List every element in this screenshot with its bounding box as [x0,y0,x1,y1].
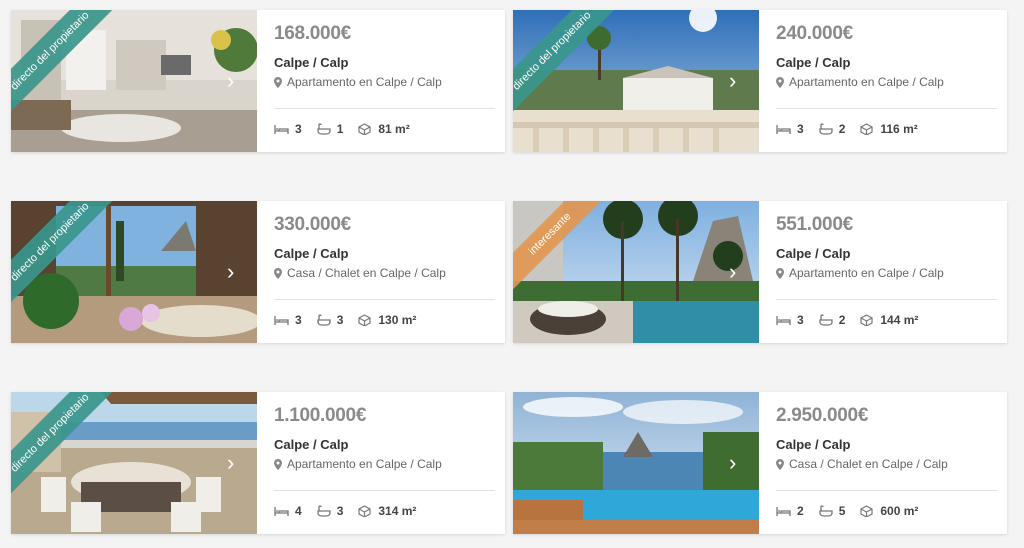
listing-city: Calpe / Calp [274,55,349,70]
listing-type: Apartamento en Calpe / Calp [776,266,995,280]
listing-card[interactable]: › 2.950.000€ Calpe / Calp Casa / Chalet … [513,392,1007,534]
bed-icon [274,507,289,516]
map-pin-icon [274,458,282,470]
area-size: 600 m² [880,504,919,518]
chevron-right-icon[interactable]: › [729,70,747,92]
chevron-right-icon[interactable]: › [227,261,245,283]
bed-icon [776,507,791,516]
area-cube-icon [358,314,371,326]
bathtub-icon [317,314,331,326]
listing-price: 168.000€ [274,23,351,44]
area-size: 130 m² [378,313,417,327]
listing-photo[interactable]: directo del propietario › [11,392,257,534]
listing-features: 3 3 130 m² [274,313,430,327]
listing-price: 240.000€ [776,23,853,44]
bed-icon [274,316,289,325]
listing-price: 551.000€ [776,214,853,235]
listing-card[interactable]: directo del propietario › 240.000€ Calpe… [513,10,1007,152]
bed-count: 3 [295,313,302,327]
bed-icon [776,125,791,134]
map-pin-icon [776,458,784,470]
listing-city: Calpe / Calp [274,437,349,452]
bed-count: 2 [797,504,804,518]
bed-icon [274,125,289,134]
map-pin-icon [776,267,784,279]
divider [274,299,495,300]
listing-price: 330.000€ [274,214,351,235]
listing-features: 4 3 314 m² [274,504,430,518]
listing-type-label: Apartamento en Calpe / Calp [287,457,442,471]
bath-count: 2 [838,122,846,136]
area-size: 144 m² [880,313,919,327]
bed-count: 3 [797,122,804,136]
listing-price: 2.950.000€ [776,405,869,426]
area-size: 314 m² [378,504,417,518]
listing-city: Calpe / Calp [776,246,851,261]
listing-features: 3 2 116 m² [776,122,932,136]
listing-card[interactable]: directo del propietario › 168.000€ Calpe… [11,10,505,152]
listing-features: 2 5 600 m² [776,504,932,518]
bath-count: 3 [336,313,344,327]
bathtub-icon [819,314,833,326]
listing-features: 3 2 144 m² [776,313,932,327]
divider [776,490,997,491]
listing-photo[interactable]: directo del propietario › [11,10,257,152]
bathtub-icon [317,505,331,517]
divider [274,490,495,491]
listing-photo[interactable]: › [513,392,759,534]
area-cube-icon [860,314,873,326]
bathtub-icon [317,123,331,135]
listing-type-label: Apartamento en Calpe / Calp [287,75,442,89]
bed-count: 3 [295,122,302,136]
divider [776,108,997,109]
area-size: 116 m² [880,122,918,136]
listing-city: Calpe / Calp [274,246,349,261]
area-cube-icon [860,505,873,517]
bed-icon [776,316,791,325]
listing-features: 3 1 81 m² [274,122,424,136]
listing-type-label: Casa / Chalet en Calpe / Calp [287,266,446,280]
listing-type: Apartamento en Calpe / Calp [274,75,493,89]
map-pin-icon [776,76,784,88]
photo-infinity-pool [513,392,759,534]
listing-card[interactable]: interesante › 551.000€ Calpe / Calp Apar… [513,201,1007,343]
chevron-right-icon[interactable]: › [227,70,245,92]
area-size: 81 m² [378,122,410,136]
area-cube-icon [860,123,873,135]
listing-type: Casa / Chalet en Calpe / Calp [274,266,493,280]
bed-count: 3 [797,313,804,327]
listing-type-label: Casa / Chalet en Calpe / Calp [789,457,948,471]
listing-photo[interactable]: directo del propietario › [513,10,759,152]
bathtub-icon [819,505,833,517]
map-pin-icon [274,267,282,279]
listing-type-label: Apartamento en Calpe / Calp [789,75,944,89]
listing-price: 1.100.000€ [274,405,367,426]
bath-count: 3 [336,504,344,518]
listing-photo[interactable]: interesante › [513,201,759,343]
divider [776,299,997,300]
listing-type: Apartamento en Calpe / Calp [274,457,493,471]
bathtub-icon [819,123,833,135]
area-cube-icon [358,505,371,517]
bath-count: 5 [838,504,846,518]
bed-count: 4 [295,504,302,518]
divider [274,108,495,109]
chevron-right-icon[interactable]: › [227,452,245,474]
listing-card[interactable]: directo del propietario › 330.000€ Calpe… [11,201,505,343]
map-pin-icon [274,76,282,88]
listing-city: Calpe / Calp [776,55,851,70]
listing-photo[interactable]: directo del propietario › [11,201,257,343]
area-cube-icon [358,123,371,135]
bath-count: 1 [336,122,344,136]
bath-count: 2 [838,313,846,327]
listing-type: Apartamento en Calpe / Calp [776,75,995,89]
listing-city: Calpe / Calp [776,437,851,452]
listing-card[interactable]: directo del propietario › 1.100.000€ Cal… [11,392,505,534]
listing-type: Casa / Chalet en Calpe / Calp [776,457,995,471]
chevron-right-icon[interactable]: › [729,452,747,474]
chevron-right-icon[interactable]: › [729,261,747,283]
listing-type-label: Apartamento en Calpe / Calp [789,266,944,280]
